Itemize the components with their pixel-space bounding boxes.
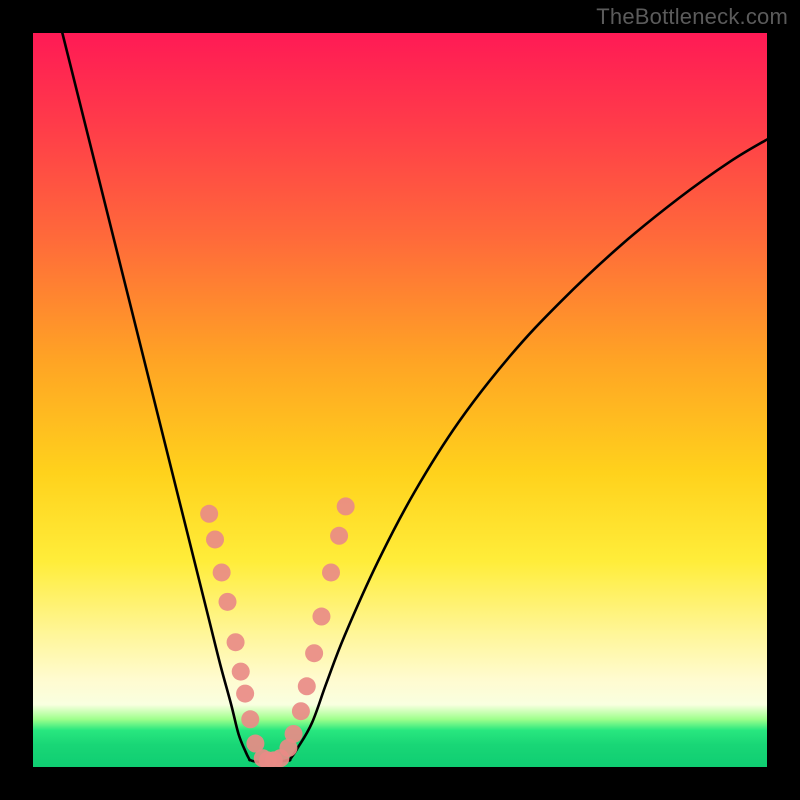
data-marker <box>330 527 348 545</box>
data-marker <box>227 633 245 651</box>
data-marker <box>213 563 231 581</box>
data-marker <box>236 685 254 703</box>
data-marker <box>232 663 250 681</box>
data-marker <box>305 644 323 662</box>
watermark-text: TheBottleneck.com <box>596 4 788 30</box>
data-marker <box>337 497 355 515</box>
data-marker <box>312 608 330 626</box>
plot-area <box>33 33 767 767</box>
data-marker <box>292 702 310 720</box>
chart-stage: TheBottleneck.com <box>0 0 800 800</box>
data-marker <box>200 505 218 523</box>
data-marker <box>298 677 316 695</box>
series-layer <box>62 33 767 762</box>
bottleneck-curve <box>62 33 767 762</box>
data-marker <box>206 530 224 548</box>
data-marker <box>241 710 259 728</box>
markers-layer <box>200 497 355 767</box>
data-marker <box>285 725 303 743</box>
data-marker <box>322 563 340 581</box>
curve-layer <box>33 33 767 767</box>
data-marker <box>219 593 237 611</box>
